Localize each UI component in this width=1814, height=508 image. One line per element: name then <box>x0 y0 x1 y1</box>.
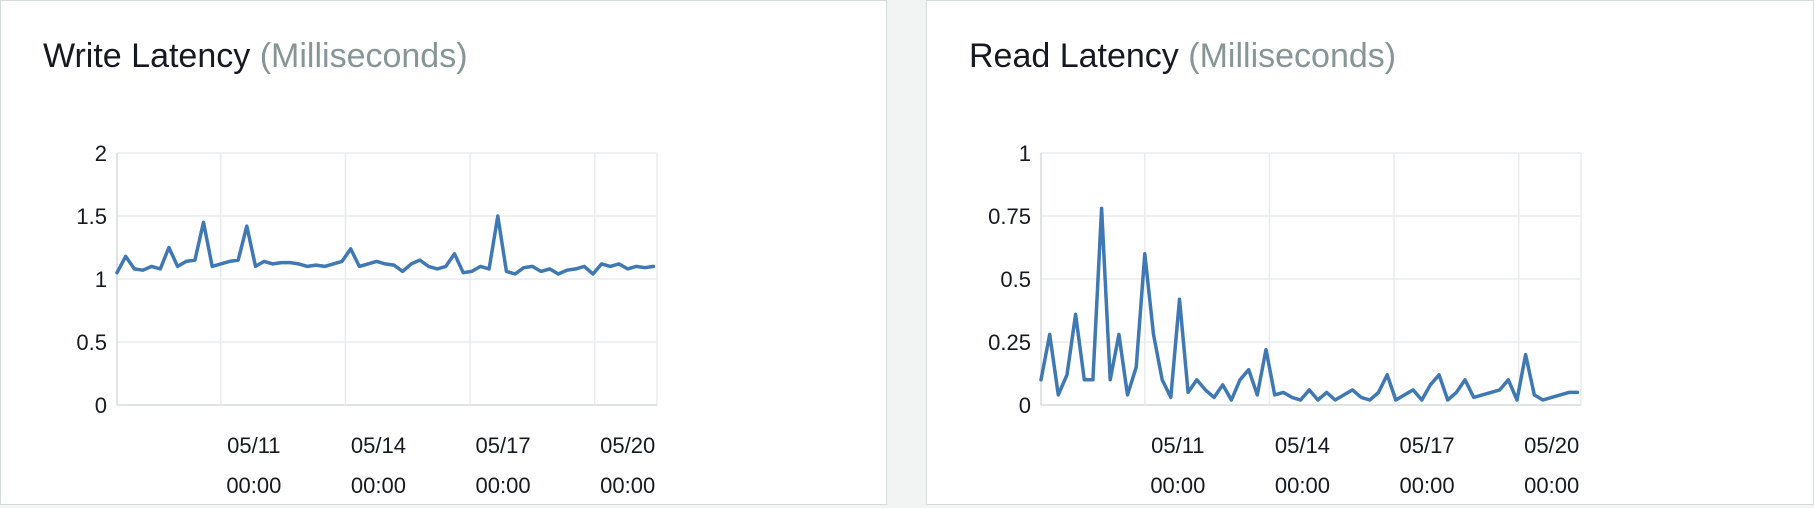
x-tick-label-time: 00:00 <box>600 473 655 498</box>
y-tick-label: 0.75 <box>988 204 1031 229</box>
y-tick-label: 0.25 <box>988 330 1031 355</box>
x-tick-label-time: 00:00 <box>476 473 531 498</box>
y-tick-label: 0 <box>1019 393 1031 418</box>
y-tick-label: 2 <box>95 141 107 166</box>
read-latency-panel: Read Latency (Milliseconds) 0 0.25 0.5 0.75… <box>926 0 1814 505</box>
x-tick-label-date: 05/17 <box>476 433 531 458</box>
x-tick-label-date: 05/20 <box>600 433 655 458</box>
x-tick-label-date: 05/14 <box>1275 433 1330 458</box>
x-tick-label-date: 05/11 <box>227 433 280 458</box>
x-tick-label-date: 05/20 <box>1524 433 1579 458</box>
x-tick-label-date: 05/14 <box>351 433 406 458</box>
series-line <box>1039 206 1580 402</box>
x-tick-label-time: 00:00 <box>1150 473 1205 498</box>
x-tick-label-time: 00:00 <box>1400 473 1455 498</box>
y-tick-label: 0.5 <box>1000 267 1031 292</box>
x-tick-label-date: 05/17 <box>1400 433 1455 458</box>
x-tick-label-time: 00:00 <box>1275 473 1330 498</box>
y-tick-label: 0.5 <box>76 330 107 355</box>
y-tick-label: 1 <box>1019 141 1031 166</box>
x-tick-label-time: 00:00 <box>226 473 281 498</box>
y-tick-label: 0 <box>95 393 107 418</box>
x-tick-label-time: 00:00 <box>1524 473 1579 498</box>
series-line <box>115 214 656 276</box>
y-tick-label: 1 <box>95 267 107 292</box>
write-latency-panel: Write Latency (Milliseconds) 0 0.5 1 1.5 2 05… <box>0 0 887 505</box>
x-tick-label-time: 00:00 <box>351 473 406 498</box>
y-tick-label: 1.5 <box>76 204 107 229</box>
read-latency-chart: 0 0.25 0.5 0.75 1 05/11 00:00 05/14 00:00 05/17 00… <box>988 141 1582 498</box>
x-tick-label-date: 05/11 <box>1151 433 1204 458</box>
write-latency-chart: 0 0.5 1 1.5 2 05/11 00:00 05/14 00:00 05/17 00:00 0… <box>76 141 658 498</box>
